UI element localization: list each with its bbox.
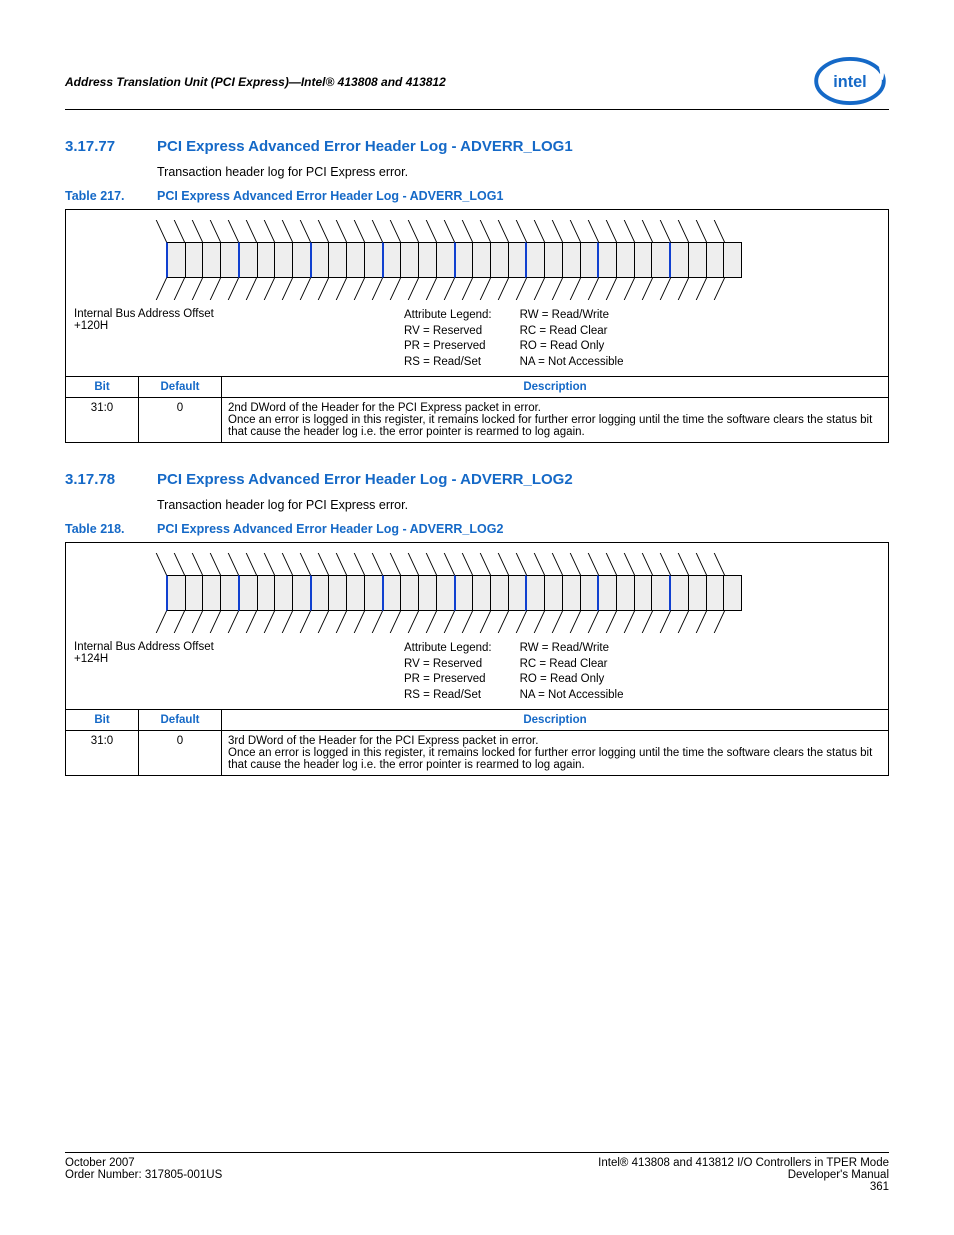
- section-body: Transaction header log for PCI Express e…: [157, 165, 889, 179]
- legend-item: RW = Read/Write: [520, 641, 624, 657]
- legend-item: RO = Read Only: [520, 672, 624, 688]
- register-diagram: Internal Bus Address Offset +120H Attrib…: [65, 209, 889, 376]
- legend-title: Attribute Legend:: [404, 308, 492, 324]
- register-diagram: Internal Bus Address Offset +124H Attrib…: [65, 542, 889, 709]
- table-row: 31:0 0 2nd DWord of the Header for the P…: [66, 398, 889, 443]
- col-bit: Bit: [66, 710, 139, 731]
- cell-default: 0: [139, 731, 222, 776]
- legend-item: RO = Read Only: [520, 339, 624, 355]
- legend-item: PR = Preserved: [404, 339, 492, 355]
- col-bit: Bit: [66, 377, 139, 398]
- table-caption: Table 218. PCI Express Advanced Error He…: [65, 522, 889, 536]
- section-number: 3.17.77: [65, 138, 157, 155]
- bit-slants-bot: [166, 278, 742, 300]
- col-default: Default: [139, 710, 222, 731]
- legend-item: RV = Reserved: [404, 657, 492, 673]
- legend-title: Attribute Legend:: [404, 641, 492, 657]
- section-title: PCI Express Advanced Error Header Log - …: [157, 138, 573, 155]
- table-row: 31:0 0 3rd DWord of the Header for the P…: [66, 731, 889, 776]
- offset-label: Internal Bus Address Offset: [74, 308, 404, 320]
- col-description: Description: [222, 377, 889, 398]
- cell-description: 2nd DWord of the Header for the PCI Expr…: [222, 398, 889, 443]
- bit-strip: [166, 242, 742, 278]
- section-heading: 3.17.78 PCI Express Advanced Error Heade…: [65, 471, 889, 488]
- footer-date: October 2007: [65, 1157, 135, 1169]
- section-heading: 3.17.77 PCI Express Advanced Error Heade…: [65, 138, 889, 155]
- col-default: Default: [139, 377, 222, 398]
- bit-slants-top: [166, 220, 742, 242]
- table-title: PCI Express Advanced Error Header Log - …: [157, 522, 503, 536]
- footer-order: Order Number: 317805-001US: [65, 1169, 222, 1181]
- offset-value: +120H: [74, 320, 404, 332]
- page-footer: October 2007 Intel® 413808 and 413812 I/…: [65, 1150, 889, 1193]
- cell-default: 0: [139, 398, 222, 443]
- page-header: Address Translation Unit (PCI Express)—I…: [65, 55, 889, 107]
- legend-item: NA = Not Accessible: [520, 355, 624, 371]
- legend-item: RS = Read/Set: [404, 688, 492, 704]
- footer-manual: Developer's Manual: [788, 1169, 889, 1181]
- table-caption: Table 217. PCI Express Advanced Error He…: [65, 189, 889, 203]
- legend-item: RV = Reserved: [404, 324, 492, 340]
- header-rule: [65, 109, 889, 110]
- legend-item: PR = Preserved: [404, 672, 492, 688]
- offset-label: Internal Bus Address Offset: [74, 641, 404, 653]
- attribute-legend: Attribute Legend: RV = Reserved PR = Pre…: [404, 308, 623, 370]
- legend-item: RC = Read Clear: [520, 324, 624, 340]
- running-title: Address Translation Unit (PCI Express)—I…: [65, 55, 446, 89]
- section-number: 3.17.78: [65, 471, 157, 488]
- cell-bit: 31:0: [66, 731, 139, 776]
- legend-item: RS = Read/Set: [404, 355, 492, 371]
- legend-item: NA = Not Accessible: [520, 688, 624, 704]
- bit-strip: [166, 575, 742, 611]
- legend-item: RC = Read Clear: [520, 657, 624, 673]
- offset-value: +124H: [74, 653, 404, 665]
- legend-item: RW = Read/Write: [520, 308, 624, 324]
- register-table: Bit Default Description 31:0 0 2nd DWord…: [65, 376, 889, 443]
- table-number: Table 217.: [65, 189, 157, 203]
- table-title: PCI Express Advanced Error Header Log - …: [157, 189, 503, 203]
- svg-text:intel: intel: [833, 73, 866, 91]
- register-table: Bit Default Description 31:0 0 3rd DWord…: [65, 709, 889, 776]
- cell-description: 3rd DWord of the Header for the PCI Expr…: [222, 731, 889, 776]
- cell-bit: 31:0: [66, 398, 139, 443]
- section-body: Transaction header log for PCI Express e…: [157, 498, 889, 512]
- intel-logo: intel: [811, 55, 889, 107]
- bit-slants-bot: [166, 611, 742, 633]
- footer-product: Intel® 413808 and 413812 I/O Controllers…: [598, 1157, 889, 1169]
- attribute-legend: Attribute Legend: RV = Reserved PR = Pre…: [404, 641, 623, 703]
- page-number: 361: [870, 1181, 889, 1193]
- bit-slants-top: [166, 553, 742, 575]
- col-description: Description: [222, 710, 889, 731]
- section-title: PCI Express Advanced Error Header Log - …: [157, 471, 573, 488]
- table-number: Table 218.: [65, 522, 157, 536]
